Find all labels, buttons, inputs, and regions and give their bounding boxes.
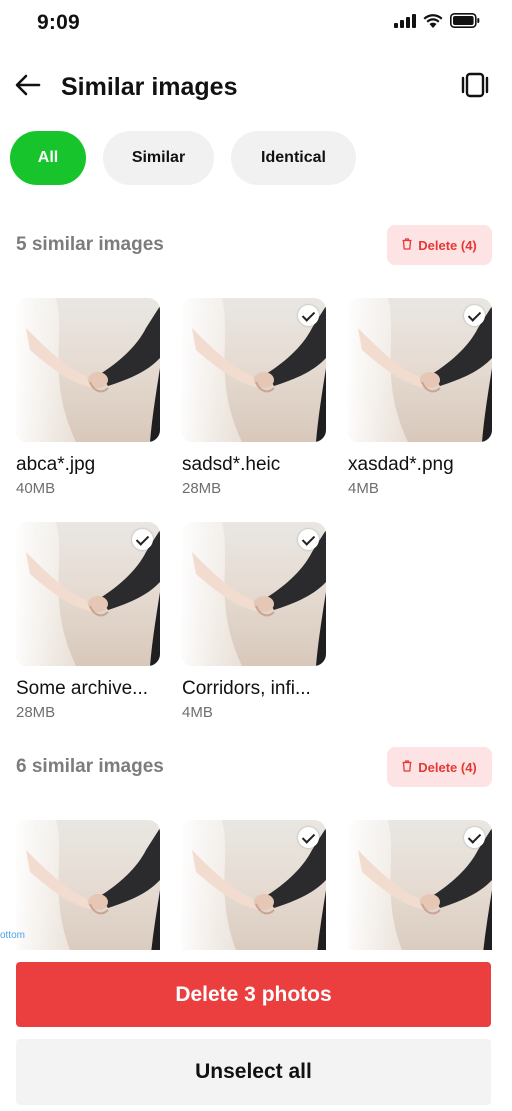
photo-card: [182, 820, 326, 951]
photo-card: sadsd*.heic 28MB: [182, 298, 326, 497]
photo-filename: sadsd*.heic: [182, 454, 281, 475]
photo-filename: Corridors, infi...: [182, 678, 311, 699]
delete-group-label: Delete (4): [418, 237, 477, 253]
photo-filesize: 28MB: [16, 704, 56, 721]
filter-chip-identical[interactable]: Identical: [231, 131, 356, 185]
compare-view-button[interactable]: [460, 72, 490, 102]
group-header: 6 similar images Delete (4): [0, 747, 512, 787]
photo-filesize: 28MB: [182, 480, 222, 497]
photo-thumbnail[interactable]: [16, 820, 160, 951]
trash-icon: [402, 759, 412, 775]
photo-filesize: 40MB: [16, 480, 56, 497]
photo-card: Corridors, infi... 4MB: [182, 522, 326, 721]
overlay-label: ottom: [0, 930, 26, 941]
photo-image: [16, 298, 160, 442]
filter-chips: All Similar Identical: [10, 131, 356, 185]
filter-chip-all[interactable]: All: [10, 131, 86, 185]
delete-group-button[interactable]: Delete (4): [387, 225, 492, 265]
photo-card: xasdad*.png 4MB: [348, 298, 492, 497]
photo-filesize: 4MB: [182, 704, 213, 721]
status-icons: [394, 13, 480, 28]
delete-photos-button[interactable]: Delete 3 photos: [16, 962, 491, 1027]
status-bar: 9:09: [0, 0, 512, 46]
page-title: Similar images: [61, 73, 238, 101]
filter-chip-similar[interactable]: Similar: [103, 131, 214, 185]
selected-check-icon[interactable]: [464, 305, 485, 326]
arrow-left-icon: [15, 74, 41, 101]
wifi-icon: [423, 13, 443, 28]
photo-thumbnail[interactable]: [182, 298, 326, 442]
photo-card: Some archive... 28MB: [16, 522, 160, 721]
photo-filename: abca*.jpg: [16, 454, 96, 475]
selected-check-icon[interactable]: [132, 529, 153, 550]
delete-group-button[interactable]: Delete (4): [387, 747, 492, 787]
photo-card: [16, 820, 160, 951]
photo-card: [348, 820, 492, 951]
delete-group-label: Delete (4): [418, 759, 477, 775]
photo-thumbnail[interactable]: [16, 522, 160, 666]
photo-thumbnail[interactable]: [182, 522, 326, 666]
selected-check-icon[interactable]: [464, 827, 485, 848]
cellular-signal-icon: [394, 13, 416, 28]
selected-check-icon[interactable]: [298, 827, 319, 848]
photo-thumbnail[interactable]: [16, 298, 160, 442]
back-button[interactable]: [13, 72, 43, 102]
app-header: Similar images: [0, 64, 512, 112]
photo-filename: xasdad*.png: [348, 454, 454, 475]
selected-check-icon[interactable]: [298, 305, 319, 326]
photo-filesize: 4MB: [348, 480, 379, 497]
group-header: 5 similar images Delete (4): [0, 225, 512, 265]
unselect-all-button[interactable]: Unselect all: [16, 1039, 491, 1105]
group-title: 6 similar images: [16, 756, 164, 777]
photo-image: [16, 820, 160, 951]
status-time: 9:09: [37, 11, 80, 34]
battery-icon: [450, 13, 480, 28]
compare-view-icon: [461, 72, 489, 103]
photo-thumbnail[interactable]: [348, 820, 492, 951]
photo-filename: Some archive...: [16, 678, 148, 699]
trash-icon: [402, 237, 412, 253]
photo-thumbnail[interactable]: [348, 298, 492, 442]
selected-check-icon[interactable]: [298, 529, 319, 550]
bottom-action-panel: Delete 3 photos Unselect all: [0, 950, 512, 1111]
photo-card: abca*.jpg 40MB: [16, 298, 160, 497]
photo-thumbnail[interactable]: [182, 820, 326, 951]
group-title: 5 similar images: [16, 234, 164, 255]
